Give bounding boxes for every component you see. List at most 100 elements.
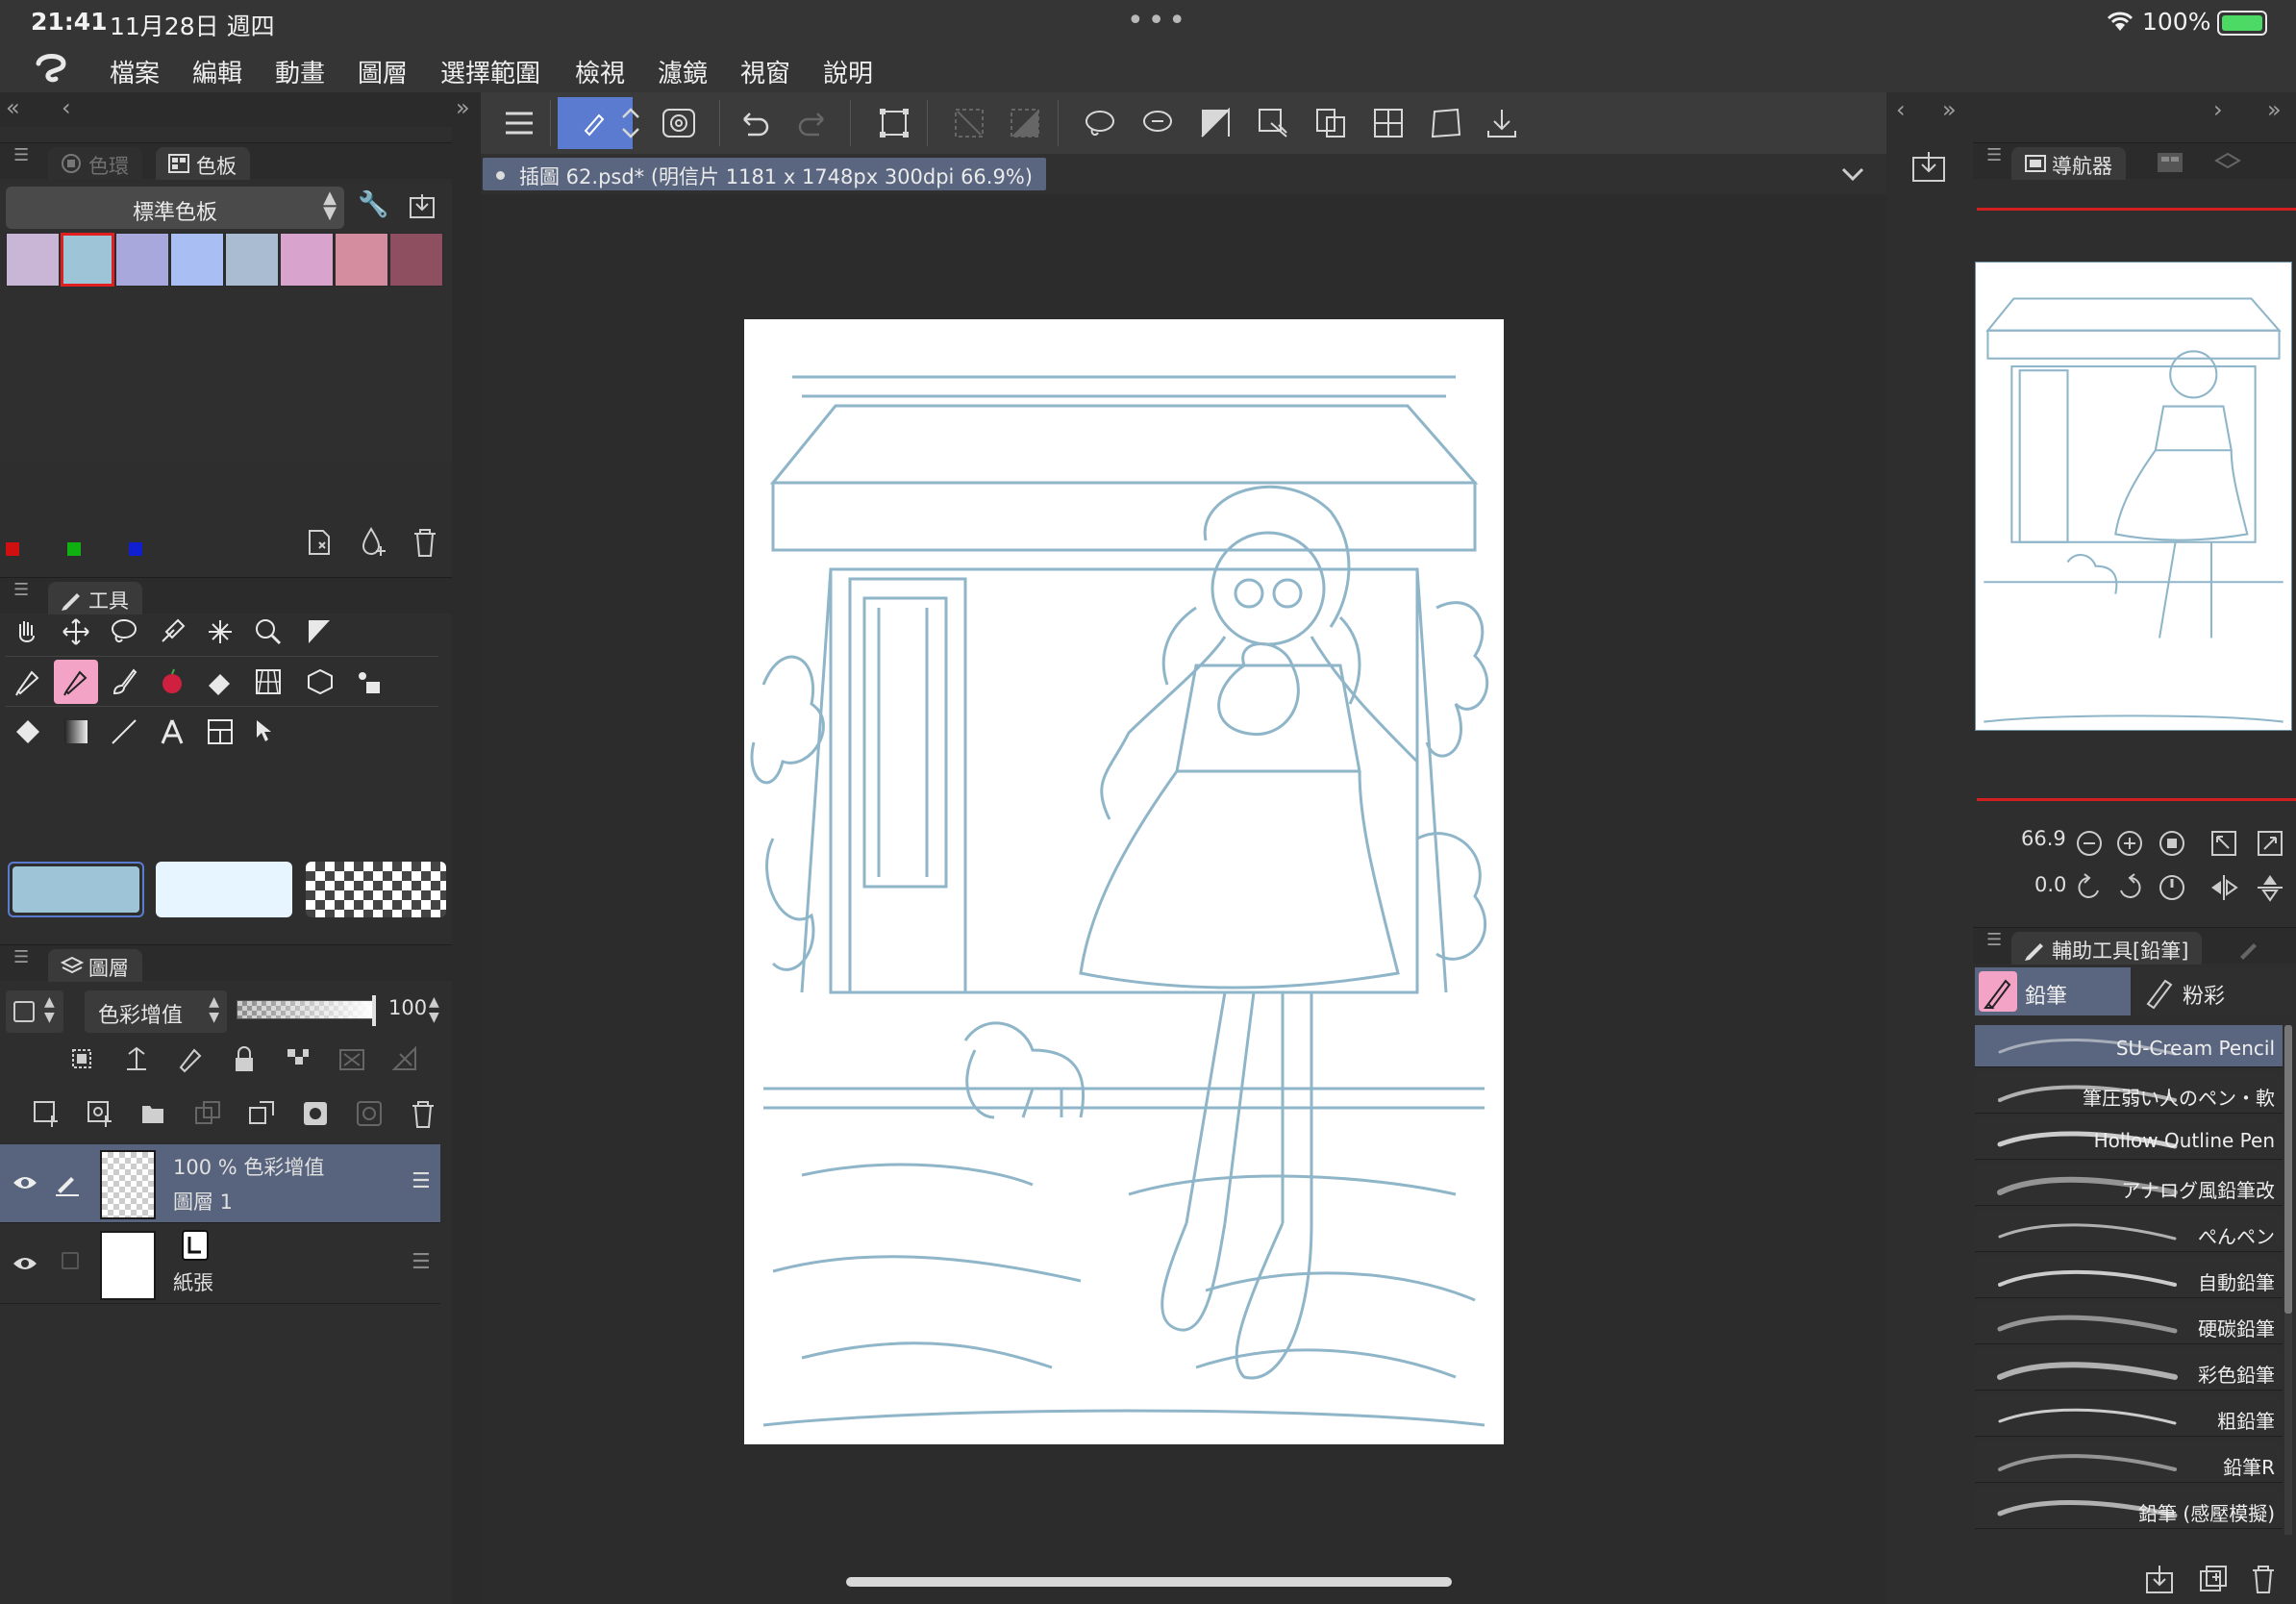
export-icon[interactable] [1909,150,1948,185]
add-color-icon[interactable] [358,525,390,558]
export-canvas-button[interactable] [1481,102,1523,144]
chevron-right-icon[interactable]: › [2213,96,2223,123]
multitasking-dots-icon[interactable]: ••• [1127,4,1189,38]
tool-frame[interactable] [198,710,242,754]
tab-navigator[interactable]: 導航器 [2011,147,2126,180]
opacity-slider-handle[interactable] [372,995,376,1026]
mesh-transform-button[interactable] [1367,102,1410,144]
layer-property-icon[interactable] [2213,151,2242,174]
replace-color-icon[interactable] [304,527,335,558]
color-swatch[interactable] [225,233,279,287]
expand-dock-icon[interactable]: » [456,94,470,121]
opacity-stepper-icon[interactable]: ▲ ▼ [429,994,439,1025]
artboard[interactable] [744,319,1504,1444]
tool-eraser[interactable] [198,660,242,704]
tool-zoom[interactable] [246,610,290,654]
reset-rotation-icon[interactable] [2158,873,2186,902]
menu-layer[interactable]: 圖層 [358,54,408,89]
brush-item[interactable]: 鉛筆R [1975,1441,2283,1483]
lock-transparent-button[interactable] [283,1044,313,1075]
undo-button[interactable] [733,102,775,144]
brush-item[interactable]: 粗鉛筆 [1975,1394,2283,1437]
lock-layer-button[interactable] [229,1044,260,1075]
clip-layer-button[interactable] [67,1044,98,1075]
color-swatch[interactable] [170,233,224,287]
spiral-button[interactable] [658,102,700,144]
tool-fill[interactable] [6,710,50,754]
tab-color-wheel[interactable]: 色環 [48,147,142,180]
brush-item[interactable]: 彩色鉛筆 [1975,1348,2283,1391]
brush-item[interactable]: アナログ風鉛筆改 [1975,1164,2283,1206]
sub-view-icon[interactable] [2156,151,2184,174]
menu-edit[interactable]: 編輯 [192,54,242,89]
menu-selection[interactable]: 選擇範圍 [440,54,540,89]
panel-menu-icon[interactable]: ☰ [13,947,29,967]
panel-menu-icon[interactable]: ☰ [1986,930,2002,950]
eye-icon[interactable] [12,1173,38,1192]
free-transform-button[interactable] [1425,102,1467,144]
tool-property-icon[interactable] [2234,936,2263,961]
menu-window[interactable]: 視窗 [740,54,790,89]
brush-item[interactable]: 鉛筆 (感壓模擬) [1975,1487,2283,1529]
brush-list-scrollbar[interactable] [2284,1025,2292,1535]
reference-layer-button[interactable] [121,1044,152,1075]
document-tab[interactable]: 插圖 62.psd* (明信片 1181 x 1748px 300dpi 66.… [483,158,1046,190]
transform-button[interactable] [873,102,915,144]
tool-decoration[interactable] [150,660,194,704]
tool-blend[interactable] [346,660,390,704]
opacity-slider[interactable] [237,995,376,1026]
tool-eyedropper[interactable] [150,610,194,654]
new-raster-layer-button[interactable] [31,1098,62,1129]
app-logo-icon[interactable] [33,52,71,85]
tool-line[interactable] [102,710,146,754]
blend-mode-select[interactable]: 色彩增值 ▲ ▼ [85,990,227,1033]
transparent-color-slot[interactable] [306,862,446,917]
transfer-down-button[interactable] [192,1098,223,1129]
main-color-slot[interactable] [8,862,144,917]
delete-tool-icon[interactable] [2250,1564,2277,1594]
menu-animation[interactable]: 動畫 [275,54,325,89]
flip-vertical-icon[interactable] [2256,873,2284,902]
collapse-dock-icon[interactable]: « [6,94,20,121]
chevron-updown-button[interactable] [610,102,652,144]
layer-mask-button[interactable] [300,1098,331,1129]
wrench-icon[interactable]: 🔧 [358,190,388,219]
tab-color-set[interactable]: 色板 [156,147,250,180]
color-swatch[interactable] [389,233,443,287]
tool-ruler[interactable] [298,610,342,654]
brush-item[interactable]: 自動鉛筆 [1975,1256,2283,1298]
ruler-range-button[interactable] [390,1044,421,1075]
lasso-erase-button[interactable] [1136,102,1179,144]
new-vector-layer-button[interactable] [85,1098,115,1129]
rotate-right-icon[interactable] [2115,873,2144,902]
brush-item[interactable]: 硬碳鉛筆 [1975,1302,2283,1344]
brush-item[interactable]: ぺんペン [1975,1210,2283,1252]
clear-layer-button[interactable] [1252,102,1294,144]
brush-item[interactable]: SU-Cream Pencil [1975,1025,2283,1067]
menu-file[interactable]: 檔案 [110,54,160,89]
redo-button[interactable] [792,102,835,144]
invert-selection-button[interactable] [1004,102,1046,144]
tool-text[interactable] [150,710,194,754]
fit-width-icon[interactable] [2256,829,2284,858]
lasso-fill-button[interactable] [1079,102,1121,144]
expand-dock-icon[interactable]: » [1942,96,1957,123]
download-tool-icon[interactable] [2144,1564,2175,1594]
menu-help[interactable]: 說明 [823,54,873,89]
collapse-dock-icon[interactable]: » [2267,96,2282,123]
tool-auto-select[interactable] [198,610,242,654]
tool-brush[interactable] [102,660,146,704]
brush-item[interactable]: Hollow Outline Pen [1975,1117,2283,1160]
tool-perspective[interactable] [246,660,290,704]
chevron-left-icon[interactable]: ‹ [62,94,71,121]
color-swatch[interactable] [280,233,334,287]
color-swatch[interactable] [335,233,388,287]
menu-view[interactable]: 檢視 [575,54,625,89]
draft-layer-button[interactable] [175,1044,206,1075]
new-folder-button[interactable] [138,1098,169,1129]
sub-color-slot[interactable] [156,862,292,917]
import-icon[interactable] [408,192,437,221]
deselect-button[interactable] [948,102,990,144]
tab-sub-tool[interactable]: 輔助工具[鉛筆] [2011,932,2203,965]
tool-operation[interactable] [246,710,290,754]
